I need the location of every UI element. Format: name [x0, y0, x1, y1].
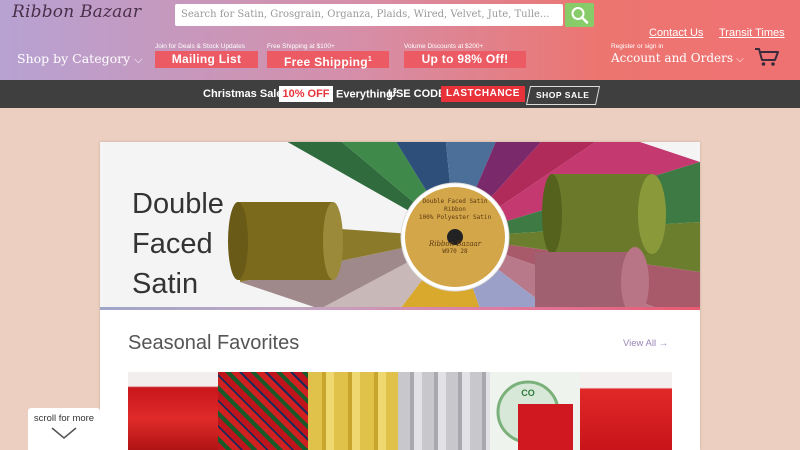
product-card[interactable]: [308, 372, 398, 450]
transit-times-link[interactable]: Transit Times: [719, 27, 785, 39]
sale-prefix: Christmas Sale:: [203, 88, 287, 100]
red-ribbon-spool-image: CO: [496, 380, 573, 450]
spool-label: Double Faced Satin Ribbon 100% Polyester…: [418, 198, 492, 256]
search-button[interactable]: [565, 3, 594, 27]
product-card[interactable]: CO: [490, 372, 580, 450]
shop-by-category-menu[interactable]: Shop by Category ⌵: [17, 51, 143, 67]
cart-icon[interactable]: [754, 47, 780, 72]
product-card[interactable]: [398, 372, 490, 450]
search-input[interactable]: Search for Satin, Grosgrain, Organza, Pl…: [175, 4, 563, 26]
volume-discount-button[interactable]: Up to 98% Off!: [404, 51, 526, 68]
sale-banner: Christmas Sale: 10% OFF Everything2 USE …: [0, 80, 800, 108]
promo-code-badge: LASTCHANCE: [441, 86, 525, 102]
spool-label-mid: 100% Polyester Satin: [418, 214, 492, 221]
sale-percent-badge: 10% OFF: [279, 86, 333, 102]
mailing-list-caption: Join for Deals & Stock Updates: [155, 43, 245, 50]
product-card[interactable]: [128, 372, 218, 450]
svg-text:CO: CO: [521, 388, 535, 398]
free-shipping-footnote: 1: [367, 56, 373, 63]
account-orders-menu[interactable]: Account and Orders ⌵: [611, 51, 744, 65]
mailing-list-button[interactable]: Mailing List: [155, 51, 258, 68]
view-all-link[interactable]: View All →: [623, 338, 668, 349]
scroll-hint-text: scroll for more: [33, 413, 95, 424]
sale-everything: Everything: [336, 88, 393, 101]
chevron-down-icon: ⌵: [134, 53, 143, 66]
spool-logo: Ribbon Bazaar: [428, 240, 482, 248]
hero-title-line: Faced: [132, 228, 213, 260]
shop-sale-button[interactable]: SHOP SALE: [525, 86, 601, 105]
site-logo[interactable]: Ribbon Bazaar: [12, 2, 141, 22]
free-shipping-label: Free Shipping: [283, 55, 368, 69]
search-icon: [571, 7, 589, 24]
spool-label-top: Double Faced Satin Ribbon: [422, 198, 488, 213]
shop-by-category-label: Shop by Category: [17, 51, 131, 66]
chevron-down-icon: ⌵: [733, 54, 744, 65]
spool-code: W970 28: [442, 248, 468, 255]
hero-banner[interactable]: Double Faced Satin Double Faced Satin Ri…: [100, 142, 700, 309]
product-carousel: CO: [128, 372, 672, 450]
hero-divider: [100, 307, 700, 310]
hero-title: Double Faced Satin: [132, 184, 224, 304]
account-caption: Register or sign in: [611, 43, 664, 50]
product-card[interactable]: [580, 372, 672, 450]
shop-sale-label: SHOP SALE: [536, 90, 590, 100]
hero-title-line: Satin: [132, 268, 199, 300]
account-orders-label: Account and Orders: [611, 51, 734, 65]
volume-discount-caption: Volume Discounts at $200+: [404, 43, 484, 50]
section-title: Seasonal Favorites: [128, 332, 300, 354]
site-header: Ribbon Bazaar Search for Satin, Grosgrai…: [0, 0, 800, 80]
content-card: Double Faced Satin Double Faced Satin Ri…: [100, 142, 700, 450]
hero-title-line: Double: [132, 188, 224, 220]
free-shipping-button[interactable]: Free Shipping1: [267, 51, 389, 69]
use-code-label: USE CODE: [388, 88, 446, 100]
contact-us-link[interactable]: Contact Us: [649, 27, 703, 39]
scroll-for-more-hint[interactable]: scroll for more: [28, 408, 100, 450]
product-card[interactable]: [218, 372, 308, 450]
chevron-down-icon: [51, 427, 77, 439]
free-shipping-caption: Free Shipping at $100+: [267, 43, 335, 50]
